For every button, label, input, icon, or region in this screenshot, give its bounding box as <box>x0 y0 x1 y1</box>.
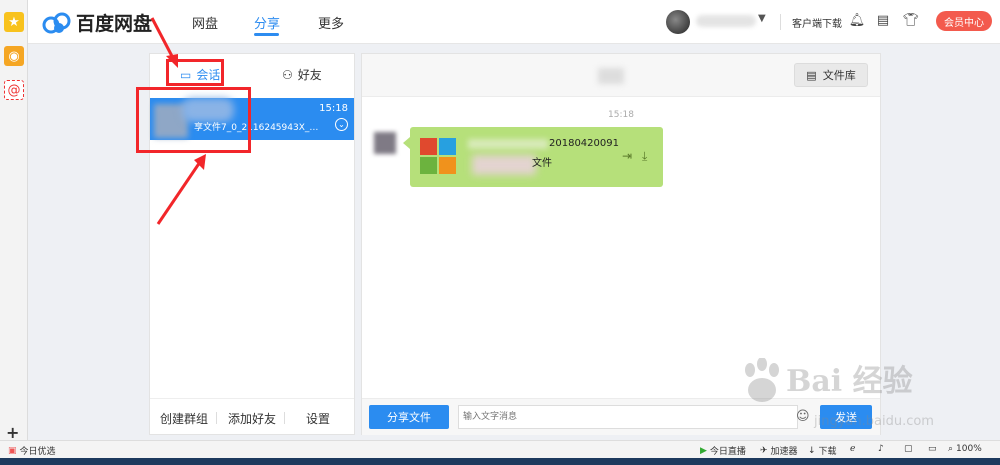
app-window: ★ ◉ @ + 百度网盘 网盘 分享 更多 ▼ 客户端下载 🔔︎ ▤ 👕︎ 会员… <box>0 0 1000 465</box>
file-name-blurred <box>468 139 548 149</box>
friends-icon: ⚇ <box>282 67 293 82</box>
chat-header: ▤ 文件库 <box>362 54 880 97</box>
file-name-suffix: 文件 <box>532 158 552 169</box>
zoom-icon: ⌕ <box>948 444 954 454</box>
tab-more[interactable]: 更多 <box>318 13 344 32</box>
settings-button[interactable]: 设置 <box>306 410 330 427</box>
conversation-time: 15:18 <box>319 103 348 114</box>
divider <box>284 412 285 424</box>
active-tab-indicator <box>254 33 279 36</box>
client-download-link[interactable]: 客户端下载 <box>792 15 842 30</box>
download-arrow-icon: ↓ <box>808 445 816 456</box>
tab-netdisk[interactable]: 网盘 <box>192 13 218 32</box>
divider <box>780 14 781 30</box>
camera-icon[interactable]: ▢ <box>904 444 913 454</box>
bell-icon[interactable]: 🔔︎ <box>848 11 866 29</box>
weibo-icon[interactable]: ◉ <box>4 46 24 66</box>
watermark-title: Bai 经验 <box>786 364 913 399</box>
tab-friends[interactable]: ⚇ 好友 <box>282 66 322 83</box>
volume-icon[interactable]: ♪ <box>878 444 884 454</box>
ie-icon[interactable]: ℯ <box>850 444 855 454</box>
file-message-bubble[interactable]: 20180420091 文件 ⇥ ⤓ <box>403 127 663 187</box>
file-library-button[interactable]: ▤ 文件库 <box>794 63 868 87</box>
top-navigation: 百度网盘 网盘 分享 更多 ▼ 客户端下载 🔔︎ ▤ 👕︎ 会员中心 <box>28 0 1000 44</box>
divider <box>216 412 217 424</box>
file-library-icon: ▤ <box>806 68 817 82</box>
zoom-control[interactable]: ⌕ 100% <box>948 444 982 454</box>
file-library-label: 文件库 <box>822 69 856 82</box>
rocket-icon: ✈ <box>760 445 768 456</box>
user-avatar[interactable] <box>666 10 690 34</box>
chat-title-blurred <box>598 68 624 84</box>
annotation-box-conversations <box>166 59 224 86</box>
live-label: 今日直播 <box>709 447 746 457</box>
watermark-url: jingyan.baidu.com <box>814 414 934 429</box>
gift-icon: ▣ <box>8 445 17 456</box>
download-label: 下载 <box>818 447 837 457</box>
favorites-star-icon[interactable]: ★ <box>4 12 24 32</box>
annotation-box-conversation-item <box>136 87 251 153</box>
tab-friends-label: 好友 <box>297 68 322 82</box>
clipboard-icon[interactable]: ▤ <box>874 11 892 29</box>
download-icon[interactable]: ⤓ <box>642 149 647 164</box>
chevron-down-icon[interactable]: ▼ <box>758 13 766 24</box>
share-file-button[interactable]: 分享文件 <box>369 405 449 429</box>
today-pick-label: 今日优选 <box>19 447 56 457</box>
vip-center-button[interactable]: 会员中心 <box>936 11 992 31</box>
download-item[interactable]: ↓ 下载 <box>808 444 837 458</box>
cloud-logo-icon <box>42 12 71 33</box>
tab-share[interactable]: 分享 <box>254 13 280 32</box>
shirt-skin-icon[interactable]: 👕︎ <box>902 11 920 29</box>
paw-logo-icon <box>745 358 779 402</box>
create-group-button[interactable]: 创建群组 <box>160 410 208 427</box>
add-friend-button[interactable]: 添加好友 <box>228 410 276 427</box>
username-blurred <box>696 15 756 27</box>
message-time: 15:18 <box>608 110 634 120</box>
live-item[interactable]: ▶ 今日直播 <box>700 444 746 458</box>
save-to-disk-icon[interactable]: ⇥ <box>622 149 632 163</box>
windows-taskbar <box>0 458 1000 465</box>
mail-at-icon[interactable]: @ <box>4 80 24 100</box>
play-icon: ▶ <box>700 445 707 456</box>
browser-sidebar: ★ ◉ @ + <box>0 0 28 442</box>
file-name-blurred <box>472 155 536 175</box>
zoom-label: 100% <box>956 444 982 454</box>
screen-icon[interactable]: ▭ <box>928 444 937 454</box>
browser-status-bar: ▣ 今日优选 ▶ 今日直播 ✈ 加速器 ↓ 下载 ℯ ♪ ▢ ▭ ⌕ 100% <box>0 440 1000 458</box>
logo-text: 百度网盘 <box>76 13 153 35</box>
accelerator-item[interactable]: ✈ 加速器 <box>760 444 798 458</box>
file-name-text: 20180420091 <box>549 138 619 149</box>
sender-avatar <box>374 132 396 154</box>
today-pick-item[interactable]: ▣ 今日优选 <box>8 444 56 458</box>
baidu-netdisk-logo[interactable]: 百度网盘 <box>42 9 152 36</box>
conversation-footer: 创建群组 添加好友 设置 <box>150 398 354 435</box>
accelerator-label: 加速器 <box>770 447 798 457</box>
file-type-icon <box>420 138 456 174</box>
conversation-options-icon[interactable]: ⌄ <box>335 118 348 131</box>
baidu-jingyan-watermark: Bai 经验 jingyan.baidu.com <box>740 356 980 434</box>
